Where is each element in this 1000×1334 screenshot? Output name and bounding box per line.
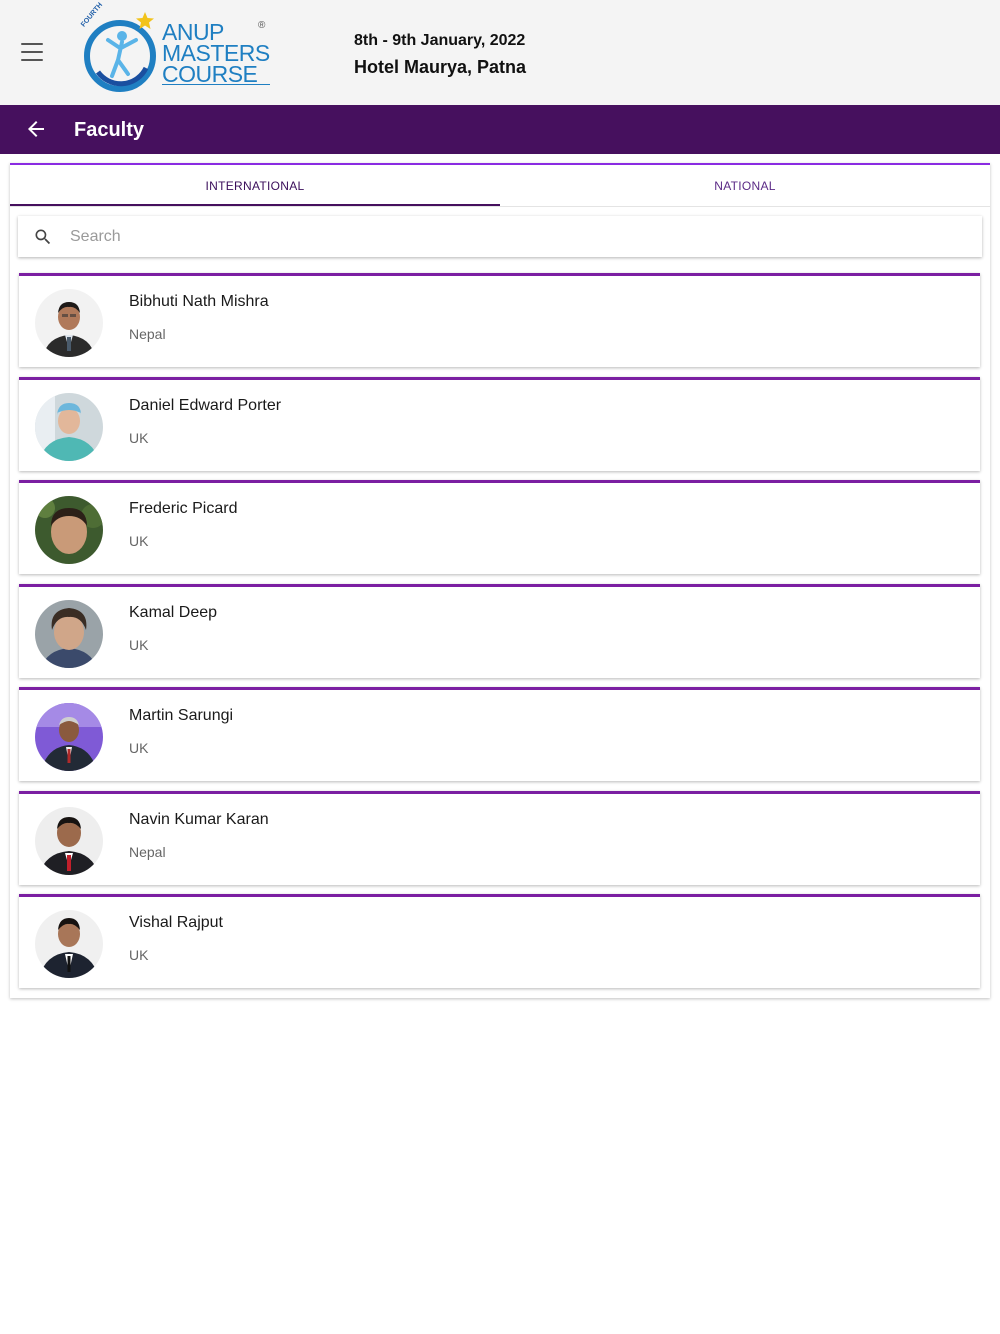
faculty-list-item[interactable]: Daniel Edward Porter UK [19, 376, 980, 471]
avatar [35, 496, 103, 564]
faculty-list-item[interactable]: Vishal Rajput UK [19, 894, 980, 988]
faculty-name: Daniel Edward Porter [129, 396, 282, 414]
faculty-country: UK [129, 636, 149, 653]
faculty-country: UK [129, 533, 149, 549]
faculty-name: Navin Kumar Karan [129, 810, 269, 828]
faculty-country: Nepal [129, 843, 166, 860]
faculty-list-item[interactable]: Frederic Picard UK [19, 480, 980, 574]
faculty-panel: INTERNATIONAL NATIONAL B [10, 163, 990, 998]
tab-international[interactable]: INTERNATIONAL [10, 165, 500, 206]
event-venue: Hotel Maurya, Patna [354, 57, 527, 77]
faculty-list-item[interactable]: Bibhuti Nath Mishra Nepal [19, 273, 980, 367]
faculty-list-item[interactable]: Kamal Deep UK [19, 583, 980, 678]
app-bar: Faculty [0, 105, 1000, 154]
faculty-name: Bibhuti Nath Mishra [129, 293, 269, 310]
event-info: 8th - 9th January, 2022 Hotel Maurya, Pa… [354, 30, 526, 82]
top-header: FOURTH ANUP MASTERS COURSE ® 8th - 9th J… [0, 0, 1000, 105]
hamburger-menu-icon[interactable] [20, 41, 44, 63]
faculty-name: Martin Sarungi [129, 707, 234, 724]
avatar [35, 910, 103, 978]
back-arrow-icon[interactable] [24, 117, 48, 141]
faculty-list-item[interactable]: Martin Sarungi UK [19, 687, 980, 781]
avatar [35, 599, 103, 668]
avatar [35, 289, 103, 357]
search-input[interactable] [70, 227, 950, 246]
faculty-country: UK [129, 740, 149, 756]
faculty-list-item[interactable]: Navin Kumar Karan Nepal [19, 790, 980, 885]
registered-mark: ® [258, 20, 266, 31]
search-bar [18, 216, 982, 257]
faculty-name: Kamal Deep [129, 603, 218, 621]
avatar [35, 703, 103, 771]
faculty-list: Bibhuti Nath Mishra Nepal Daniel Edward … [19, 273, 980, 998]
faculty-country: UK [129, 947, 149, 963]
event-dates: 8th - 9th January, 2022 [354, 32, 526, 49]
logo-word: COURSE [162, 63, 270, 86]
tab-national[interactable]: NATIONAL [500, 165, 990, 206]
faculty-country: Nepal [129, 326, 166, 342]
faculty-name: Frederic Picard [129, 500, 238, 517]
faculty-country: UK [129, 429, 149, 446]
anup-masters-course-logo: FOURTH ANUP MASTERS COURSE ® [78, 2, 278, 94]
logo-wordmark: ANUP MASTERS COURSE [162, 21, 270, 86]
tab-bar: INTERNATIONAL NATIONAL [10, 165, 990, 207]
avatar [35, 392, 103, 461]
page-title: Faculty [74, 119, 145, 141]
faculty-name: Vishal Rajput [129, 914, 223, 931]
avatar [35, 806, 103, 875]
search-icon[interactable] [33, 227, 53, 247]
